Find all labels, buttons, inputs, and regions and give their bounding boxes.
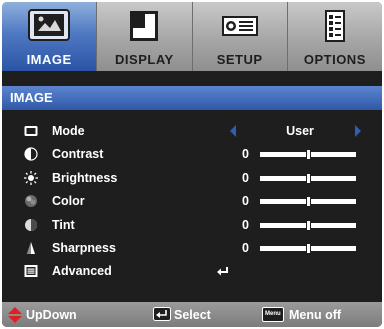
sharpness-icon xyxy=(27,241,35,254)
row-brightness[interactable]: Brightness 0 xyxy=(2,167,382,190)
tab-image-label: IMAGE xyxy=(26,52,72,67)
footer-updown-label: UpDown xyxy=(26,308,77,322)
color-slider-knob[interactable] xyxy=(306,197,311,207)
row-sharpness[interactable]: Sharpness 0 xyxy=(2,237,382,260)
contrast-icon xyxy=(24,147,38,161)
menu-key-icon: Menu xyxy=(262,307,284,322)
tab-display-label: DISPLAY xyxy=(115,52,174,67)
row-tint-label: Tint xyxy=(52,217,75,232)
projector-osd-menu: IMAGE DISPLAY SETUP OPTIONS IMAGE Mode U… xyxy=(2,2,382,327)
tab-display[interactable]: DISPLAY xyxy=(97,2,193,71)
row-contrast-label: Contrast xyxy=(52,147,104,162)
contrast-slider-knob[interactable] xyxy=(306,150,311,160)
brightness-slider-knob[interactable] xyxy=(306,173,311,183)
row-advanced[interactable]: Advanced ↵ xyxy=(2,260,382,283)
color-icon xyxy=(25,195,37,208)
tab-bar: IMAGE DISPLAY SETUP OPTIONS xyxy=(2,2,382,71)
enter-key-icon xyxy=(153,307,171,321)
row-contrast[interactable]: Contrast 0 xyxy=(2,143,382,166)
projector-icon xyxy=(221,16,258,36)
contrast-value: 0 xyxy=(242,147,249,162)
row-mode-label: Mode xyxy=(52,124,85,138)
tint-slider-knob[interactable] xyxy=(306,220,311,230)
tab-image[interactable]: IMAGE xyxy=(2,2,98,71)
tint-icon xyxy=(25,218,37,231)
advanced-icon xyxy=(24,265,38,278)
row-brightness-label: Brightness xyxy=(52,170,118,185)
section-title: IMAGE xyxy=(2,86,382,110)
contrast-slider[interactable] xyxy=(260,150,356,160)
row-advanced-label: Advanced xyxy=(52,264,112,279)
sharpness-slider[interactable] xyxy=(260,243,356,253)
color-slider[interactable] xyxy=(260,197,356,207)
arrow-left-icon[interactable] xyxy=(230,125,236,137)
sharpness-value: 0 xyxy=(242,240,249,255)
tab-setup[interactable]: SETUP xyxy=(193,2,288,71)
tab-setup-label: SETUP xyxy=(216,52,263,67)
options-icon xyxy=(324,10,345,42)
picture-icon xyxy=(28,9,71,41)
mode-value: User xyxy=(286,124,314,138)
brightness-icon xyxy=(24,170,38,185)
footer-help-bar: UpDown Select Menu Menu off xyxy=(2,302,382,327)
arrow-right-icon[interactable] xyxy=(355,125,361,137)
brightness-slider[interactable] xyxy=(260,173,356,183)
settings-list: Mode User Contrast 0 Brightness 0 Color … xyxy=(2,120,382,284)
brightness-value: 0 xyxy=(242,170,249,185)
row-sharpness-label: Sharpness xyxy=(52,240,116,255)
tab-options[interactable]: OPTIONS xyxy=(288,2,382,71)
row-color[interactable]: Color 0 xyxy=(2,190,382,213)
row-tint[interactable]: Tint 0 xyxy=(2,214,382,237)
enter-icon[interactable]: ↵ xyxy=(216,266,230,276)
tint-value: 0 xyxy=(242,217,249,232)
row-mode[interactable]: Mode User xyxy=(2,120,382,143)
color-value: 0 xyxy=(242,194,249,209)
updown-arrows-icon xyxy=(8,307,22,323)
footer-select-label: Select xyxy=(174,308,211,322)
footer-menu-off-label: Menu off xyxy=(289,308,342,322)
row-color-label: Color xyxy=(52,194,85,209)
tab-options-label: OPTIONS xyxy=(303,52,366,67)
display-icon xyxy=(130,11,159,41)
sharpness-slider-knob[interactable] xyxy=(306,243,311,253)
mode-icon xyxy=(24,126,38,136)
tint-slider[interactable] xyxy=(260,220,356,230)
